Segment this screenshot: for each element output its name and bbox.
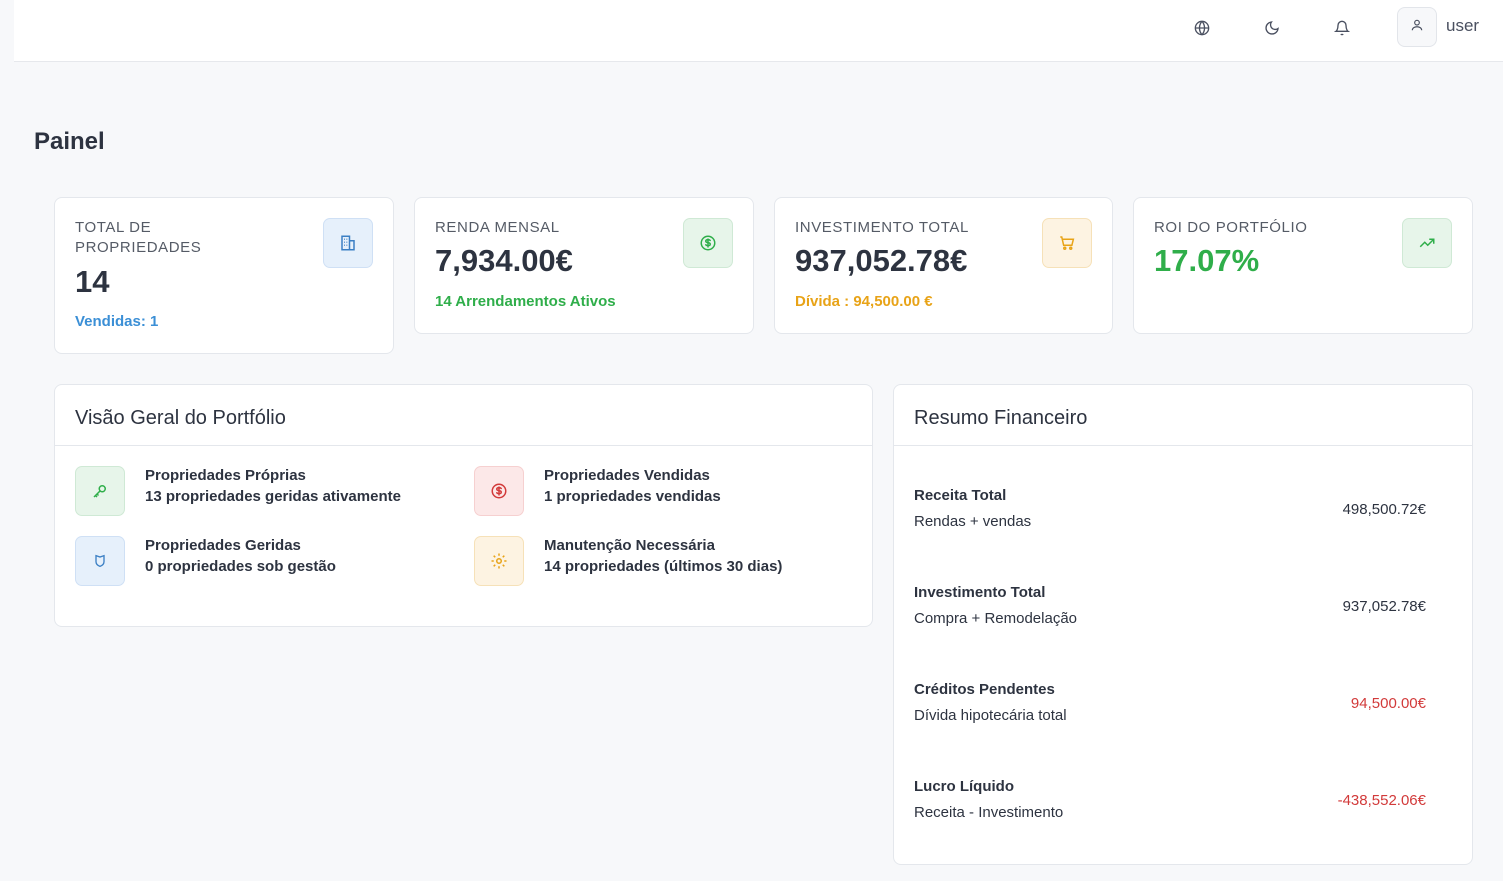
financial-row-desc: Dívida hipotecária total — [914, 707, 1067, 724]
stat-card-total-properties: TOTAL DE PROPRIEDADES 14 Vendidas: 1 — [54, 197, 394, 354]
overview-item-title: Propriedades Geridas — [145, 537, 301, 554]
stat-value: 14 — [75, 264, 110, 299]
stat-value: 17.07% — [1154, 243, 1260, 278]
overview-item-desc: 1 propriedades vendidas — [544, 488, 721, 505]
stat-card-portfolio-roi: ROI DO PORTFÓLIO 17.07% — [1133, 197, 1473, 334]
overview-item-maintenance[interactable]: Manutenção Necessária 14 propriedades (ú… — [474, 536, 854, 586]
dollar-circle-icon — [474, 466, 524, 516]
stat-sub: Dívida : 94,500.00 € — [795, 293, 933, 310]
overview-item-title: Manutenção Necessária — [544, 537, 715, 554]
stat-label: RENDA MENSAL — [435, 219, 560, 236]
gear-icon — [474, 536, 524, 586]
overview-item-desc: 0 propriedades sob gestão — [145, 558, 336, 575]
shield-icon — [75, 536, 125, 586]
financial-row-value: 498,500.72€ — [1342, 501, 1426, 518]
financial-row-net-profit: Lucro Líquido Receita - Investimento -43… — [914, 778, 1426, 834]
dollar-circle-icon — [683, 218, 733, 268]
trending-up-icon — [1402, 218, 1452, 268]
moon-icon[interactable] — [1260, 16, 1284, 40]
stat-card-monthly-income: RENDA MENSAL 7,934.00€ 14 Arrendamentos … — [414, 197, 754, 334]
user-avatar-button[interactable] — [1397, 7, 1437, 47]
panel-title: Resumo Financeiro — [894, 385, 1472, 446]
stat-label: ROI DO PORTFÓLIO — [1154, 219, 1308, 236]
overview-item-desc: 14 propriedades (últimos 30 dias) — [544, 558, 783, 575]
overview-item-title: Propriedades Vendidas — [544, 467, 710, 484]
financial-row-total-investment: Investimento Total Compra + Remodelação … — [914, 584, 1426, 640]
financial-row-label: Receita Total — [914, 487, 1007, 504]
financial-row-desc: Rendas + vendas — [914, 513, 1032, 530]
financial-summary-panel: Resumo Financeiro Receita Total Rendas +… — [893, 384, 1473, 865]
overview-item-title: Propriedades Próprias — [145, 467, 306, 484]
page-title: Painel — [34, 128, 105, 155]
financial-row-total-revenue: Receita Total Rendas + vendas 498,500.72… — [914, 487, 1426, 543]
financial-row-desc: Receita - Investimento — [914, 804, 1064, 821]
financial-row-desc: Compra + Remodelação — [914, 610, 1078, 627]
user-icon — [1410, 18, 1424, 37]
panel-title: Visão Geral do Portfólio — [55, 385, 872, 446]
stat-value: 7,934.00€ — [435, 243, 573, 278]
globe-icon[interactable] — [1190, 16, 1214, 40]
financial-row-label: Lucro Líquido — [914, 778, 1014, 795]
cart-icon — [1042, 218, 1092, 268]
financial-row-label: Investimento Total — [914, 584, 1046, 601]
stat-sub: 14 Arrendamentos Ativos — [435, 293, 616, 310]
financial-row-value: 937,052.78€ — [1342, 598, 1426, 615]
stat-value: 937,052.78€ — [795, 243, 968, 278]
overview-item-sold[interactable]: Propriedades Vendidas 1 propriedades ven… — [474, 466, 854, 516]
username[interactable]: user — [1446, 16, 1479, 36]
overview-item-owned[interactable]: Propriedades Próprias 13 propriedades ge… — [75, 466, 455, 516]
key-icon — [75, 466, 125, 516]
stat-label: INVESTIMENTO TOTAL — [795, 219, 969, 236]
top-bar: user — [14, 0, 1503, 62]
bell-icon[interactable] — [1330, 16, 1354, 40]
overview-item-managed[interactable]: Propriedades Geridas 0 propriedades sob … — [75, 536, 455, 586]
financial-row-value: -438,552.06€ — [1337, 792, 1426, 809]
stat-card-total-investment: INVESTIMENTO TOTAL 937,052.78€ Dívida : … — [774, 197, 1113, 334]
financial-row-label: Créditos Pendentes — [914, 681, 1055, 698]
stat-sub: Vendidas: 1 — [75, 313, 159, 330]
building-icon — [323, 218, 373, 268]
stat-label: TOTAL DE PROPRIEDADES — [75, 219, 202, 256]
portfolio-overview-panel: Visão Geral do Portfólio Propriedades Pr… — [54, 384, 873, 627]
overview-item-desc: 13 propriedades geridas ativamente — [145, 488, 401, 505]
financial-row-value: 94,500.00€ — [1350, 695, 1426, 712]
financial-row-pending-credits: Créditos Pendentes Dívida hipotecária to… — [914, 681, 1426, 737]
